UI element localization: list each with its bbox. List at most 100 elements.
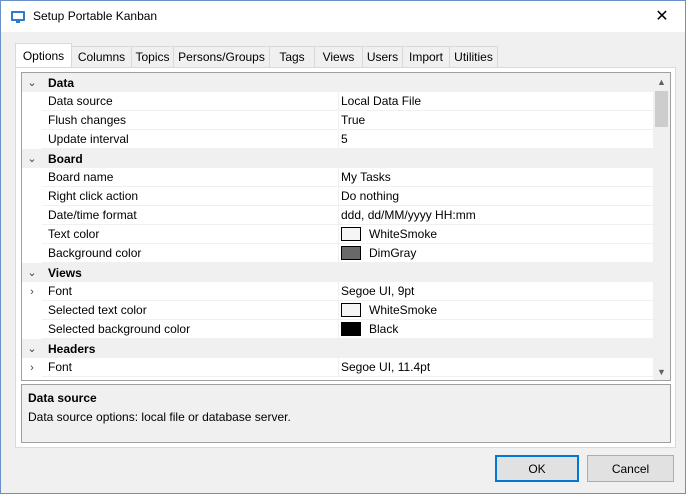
property-name: Right click action bbox=[42, 187, 338, 206]
property-name: Selected text color bbox=[42, 301, 338, 320]
expand-icon[interactable]: › bbox=[22, 282, 42, 301]
tab-utilities[interactable]: Utilities bbox=[449, 46, 498, 67]
property-name: Font bbox=[42, 358, 338, 377]
property-grid[interactable]: ⌄ Data Data source Local Data File Flush cha… bbox=[21, 72, 671, 381]
property-row[interactable]: Right click action Do nothing bbox=[22, 187, 653, 206]
help-title: Data source bbox=[28, 391, 97, 405]
setup-dialog: Setup Portable Kanban ✕ Options Columns To… bbox=[0, 0, 686, 494]
scroll-thumb[interactable] bbox=[655, 91, 668, 127]
close-icon: ✕ bbox=[655, 8, 669, 25]
collapse-icon[interactable]: ⌄ bbox=[22, 73, 42, 92]
vertical-scrollbar[interactable]: ▲ ▼ bbox=[653, 73, 670, 380]
tab-import[interactable]: Import bbox=[402, 46, 450, 67]
scroll-up-icon[interactable]: ▲ bbox=[653, 73, 670, 90]
property-value[interactable]: 5 bbox=[338, 130, 653, 149]
title-bar: Setup Portable Kanban ✕ bbox=[1, 1, 685, 32]
row-gutter bbox=[22, 225, 42, 244]
property-value[interactable]: Segoe UI, 9pt bbox=[338, 282, 653, 301]
category-row[interactable]: ⌄ Views bbox=[22, 263, 653, 282]
tab-persons-groups[interactable]: Persons/Groups bbox=[173, 46, 270, 67]
tab-strip: Options Columns Topics Persons/Groups Tags Vi… bbox=[15, 43, 498, 67]
property-row[interactable]: Selected background color Black bbox=[22, 320, 653, 339]
property-row[interactable]: Selected text color WhiteSmoke bbox=[22, 301, 653, 320]
tab-users[interactable]: Users bbox=[362, 46, 403, 67]
property-value[interactable]: DimGray bbox=[338, 244, 653, 263]
collapse-icon[interactable]: ⌄ bbox=[22, 149, 42, 168]
property-value-text: WhiteSmoke bbox=[369, 227, 438, 241]
property-value[interactable]: WhiteSmoke bbox=[338, 301, 653, 320]
row-gutter bbox=[22, 130, 42, 149]
color-swatch bbox=[341, 246, 361, 260]
row-gutter bbox=[22, 168, 42, 187]
tab-views[interactable]: Views bbox=[314, 46, 363, 67]
property-value[interactable]: WhiteSmoke bbox=[338, 225, 653, 244]
property-name: Flush changes bbox=[42, 111, 338, 130]
category-label: Headers bbox=[48, 341, 96, 356]
property-name: Background color bbox=[42, 244, 338, 263]
expand-icon[interactable]: › bbox=[22, 358, 42, 377]
property-value[interactable]: Segoe UI, 11.4pt bbox=[338, 358, 653, 377]
collapse-icon[interactable]: ⌄ bbox=[22, 263, 42, 282]
row-gutter bbox=[22, 187, 42, 206]
close-button[interactable]: ✕ bbox=[639, 1, 685, 31]
category-label: Views bbox=[48, 265, 82, 280]
property-value-text: WhiteSmoke bbox=[369, 303, 438, 317]
category-label: Data bbox=[48, 75, 75, 90]
window-title: Setup Portable Kanban bbox=[33, 9, 158, 23]
property-value[interactable]: Do nothing bbox=[338, 187, 653, 206]
tab-columns[interactable]: Columns bbox=[71, 46, 132, 67]
options-tab-panel: ⌄ Data Data source Local Data File Flush cha… bbox=[15, 67, 676, 448]
tab-tags[interactable]: Tags bbox=[269, 46, 315, 67]
color-swatch bbox=[341, 227, 361, 241]
category-label: Board bbox=[48, 151, 83, 166]
property-value-text: ddd, dd/MM/yyyy HH:mm bbox=[341, 208, 476, 222]
property-name: Text color bbox=[42, 225, 338, 244]
property-row[interactable]: Board name My Tasks bbox=[22, 168, 653, 187]
tab-options[interactable]: Options bbox=[15, 43, 72, 67]
property-grid-rows: ⌄ Data Data source Local Data File Flush cha… bbox=[22, 73, 653, 380]
property-value-text: Black bbox=[369, 322, 399, 336]
row-gutter bbox=[22, 111, 42, 130]
ok-button[interactable]: OK bbox=[495, 455, 579, 482]
property-value-text: Do nothing bbox=[341, 189, 400, 203]
property-row[interactable]: Date/time format ddd, dd/MM/yyyy HH:mm bbox=[22, 206, 653, 225]
property-value-text: DimGray bbox=[369, 246, 417, 260]
property-value-text: Local Data File bbox=[341, 94, 422, 108]
category-row[interactable]: ⌄ Headers bbox=[22, 339, 653, 358]
cancel-button[interactable]: Cancel bbox=[587, 455, 674, 482]
property-value-text: True bbox=[341, 113, 366, 127]
property-row[interactable]: Flush changes True bbox=[22, 111, 653, 130]
property-row[interactable]: Update interval 5 bbox=[22, 130, 653, 149]
property-value[interactable]: Local Data File bbox=[338, 92, 653, 111]
property-row[interactable]: › Font Segoe UI, 9pt bbox=[22, 282, 653, 301]
row-gutter bbox=[22, 301, 42, 320]
help-panel: Data source Data source options: local f… bbox=[21, 384, 671, 443]
tab-topics[interactable]: Topics bbox=[131, 46, 174, 67]
category-row[interactable]: ⌄ Data bbox=[22, 73, 653, 92]
property-value[interactable]: My Tasks bbox=[338, 168, 653, 187]
color-swatch bbox=[341, 322, 361, 336]
property-name: Data source bbox=[42, 92, 338, 111]
scroll-down-icon[interactable]: ▼ bbox=[653, 363, 670, 380]
color-swatch bbox=[341, 303, 361, 317]
property-row[interactable]: Background color DimGray bbox=[22, 244, 653, 263]
collapse-icon[interactable]: ⌄ bbox=[22, 339, 42, 358]
property-value[interactable]: Black bbox=[338, 320, 653, 339]
property-row[interactable]: Data source Local Data File bbox=[22, 92, 653, 111]
row-gutter bbox=[22, 320, 42, 339]
property-value[interactable]: ddd, dd/MM/yyyy HH:mm bbox=[338, 206, 653, 225]
app-icon bbox=[11, 11, 25, 23]
property-value-text: 5 bbox=[341, 132, 348, 146]
property-value[interactable]: True bbox=[338, 111, 653, 130]
property-value-text: My Tasks bbox=[341, 170, 391, 184]
property-name: Font bbox=[42, 282, 338, 301]
property-name: Date/time format bbox=[42, 206, 338, 225]
property-row[interactable]: Text color WhiteSmoke bbox=[22, 225, 653, 244]
property-name: Selected background color bbox=[42, 320, 338, 339]
category-row[interactable]: ⌄ Board bbox=[22, 149, 653, 168]
help-description: Data source options: local file or datab… bbox=[28, 410, 291, 424]
property-name: Update interval bbox=[42, 130, 338, 149]
property-value-text: Segoe UI, 11.4pt bbox=[341, 360, 431, 374]
property-row[interactable]: › Font Segoe UI, 11.4pt bbox=[22, 358, 653, 377]
property-name: Board name bbox=[42, 168, 338, 187]
